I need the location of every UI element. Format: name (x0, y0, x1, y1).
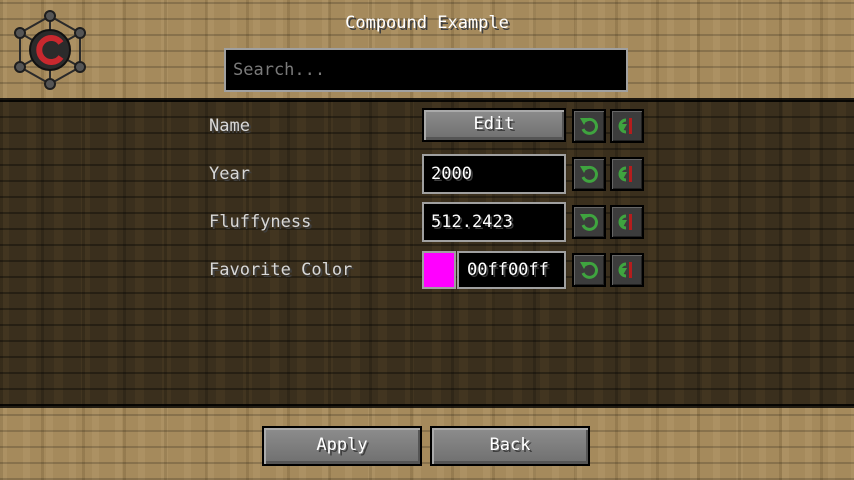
footer-background (0, 406, 854, 480)
favorite-color-input[interactable]: 00ff00ff (457, 251, 566, 289)
screen-title: Compound Example (345, 13, 509, 33)
reset-default-icon (618, 262, 632, 278)
reset-default-icon (618, 214, 632, 230)
search-input[interactable] (224, 48, 628, 92)
row-label-fluffyness: Fluffyness (209, 212, 312, 232)
year-input[interactable]: 2000 (422, 154, 566, 194)
apply-button[interactable]: Apply (262, 426, 422, 466)
row-label-name: Name (209, 116, 250, 136)
undo-button-fluffyness[interactable] (572, 205, 606, 239)
list-top-border (0, 98, 854, 102)
fluffyness-input[interactable]: 512.2423 (422, 202, 566, 242)
reset-default-button-name[interactable] (610, 109, 644, 143)
undo-icon (580, 213, 598, 231)
back-button[interactable]: Back (430, 426, 590, 466)
color-swatch[interactable] (422, 251, 456, 289)
reset-default-button-year[interactable] (610, 157, 644, 191)
undo-button-name[interactable] (572, 109, 606, 143)
edit-button[interactable]: Edit (422, 108, 566, 142)
row-label-favorite-color: Favorite Color (209, 260, 353, 280)
undo-icon (580, 117, 598, 135)
list-bottom-border (0, 404, 854, 408)
undo-button-year[interactable] (572, 157, 606, 191)
reset-default-icon (618, 166, 632, 182)
undo-icon (580, 165, 598, 183)
reset-default-icon (618, 118, 632, 134)
undo-icon (580, 261, 598, 279)
reset-default-button-fluffyness[interactable] (610, 205, 644, 239)
row-label-year: Year (209, 164, 250, 184)
reset-default-button-favorite-color[interactable] (610, 253, 644, 287)
undo-button-favorite-color[interactable] (572, 253, 606, 287)
